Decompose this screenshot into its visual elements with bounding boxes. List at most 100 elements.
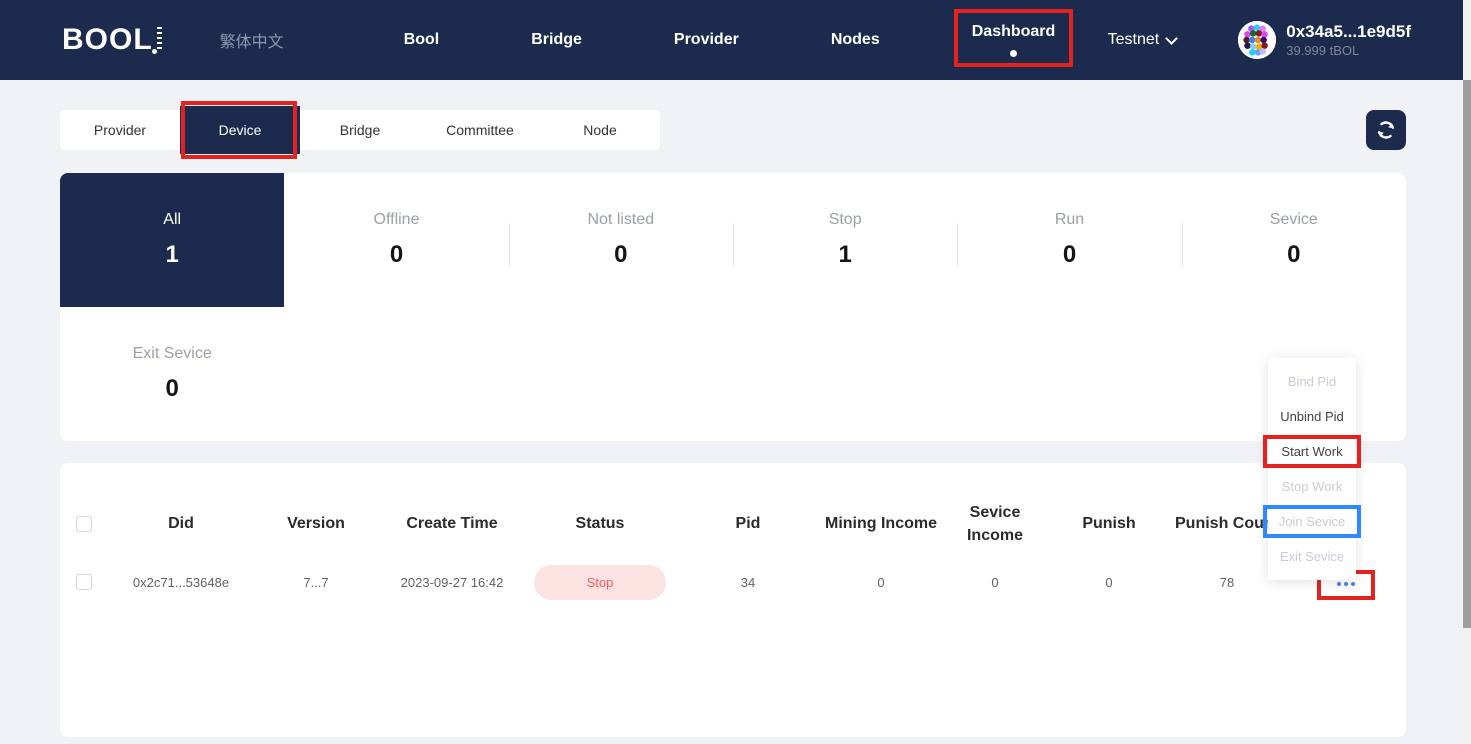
tab-label: Bridge <box>339 122 381 138</box>
stat-card-not-listed[interactable]: Not listed 0 <box>508 173 733 307</box>
ellipsis-dot <box>1351 582 1355 586</box>
cell-punish: 0 <box>1105 574 1113 590</box>
red-annotation-box-dashboard: Dashboard <box>953 9 1073 67</box>
cell-pid: 34 <box>740 574 756 590</box>
cell-version: 7...7 <box>303 574 329 590</box>
page-scrollbar-thumb[interactable] <box>1463 80 1471 628</box>
stat-label: All <box>163 211 182 228</box>
nav-item-nodes[interactable]: Nodes <box>831 31 880 49</box>
col-header-status: Status <box>575 515 625 533</box>
menu-label: Start Work <box>1281 444 1343 459</box>
tab-label: Node <box>583 122 617 138</box>
row-actions-dropdown: Bind Pid Unbind Pid Start Work Stop Work… <box>1263 358 1361 580</box>
nav-label: Nodes <box>830 31 880 48</box>
stat-value: 0 <box>1062 241 1077 268</box>
page-scrollbar-track <box>1463 0 1471 744</box>
dashboard-tabbar: Provider Device Bridge Committee Node <box>60 101 660 159</box>
ellipsis-dot <box>1337 582 1341 586</box>
col-header-create-time: Create Time <box>406 515 498 533</box>
device-table-panel: Did Version Create Time Status Pid Minin… <box>60 463 1406 737</box>
avatar <box>1238 21 1277 59</box>
cell-status: Stop <box>526 564 674 600</box>
status-badge-stop: Stop <box>534 564 666 600</box>
network-selector[interactable]: Testnet <box>1107 31 1179 49</box>
stat-value: 1 <box>165 241 179 268</box>
stat-card-run[interactable]: Run 0 <box>957 173 1181 307</box>
tab-device[interactable]: Device <box>180 101 300 159</box>
nav-label: Dashboard <box>971 23 1056 40</box>
refresh-button[interactable] <box>1366 110 1406 150</box>
stat-value: 1 <box>838 241 852 268</box>
nav-item-bridge[interactable]: Bridge <box>531 31 582 49</box>
stat-label: Exit Sevice <box>132 345 212 362</box>
tab-label: Device <box>218 122 262 138</box>
page: BOOL 繁体中文 Bool Bridge Provider Nodes Das… <box>0 0 1471 744</box>
wallet-address: 0x34a5...1e9d5f <box>1286 21 1411 41</box>
menu-label: Join Sevice <box>1278 514 1346 529</box>
wallet-account[interactable]: 0x34a5...1e9d5f 39.999 tBOL <box>1238 21 1411 59</box>
network-label: Testnet <box>1107 31 1160 48</box>
tab-label: Committee <box>446 122 514 138</box>
cell-mining-income: 0 <box>877 574 885 590</box>
col-header-sevice-income: Sevice Income <box>966 503 1023 544</box>
nav-item-dashboard[interactable]: Dashboard <box>953 9 1073 67</box>
menu-label: Unbind Pid <box>1280 409 1344 424</box>
stat-value: 0 <box>389 241 404 268</box>
nav-label: Provider <box>673 31 739 48</box>
ellipsis-dot <box>1344 582 1348 586</box>
stat-card-stop[interactable]: Stop 1 <box>732 173 957 307</box>
col-header-punish: Punish <box>1082 515 1136 533</box>
select-all-checkbox[interactable] <box>76 516 92 532</box>
menu-item-stop-work[interactable]: Stop Work <box>1268 469 1356 504</box>
stat-label: Stop <box>828 211 862 228</box>
bool-logo[interactable]: BOOL <box>62 24 162 56</box>
stat-value: 0 <box>165 375 179 402</box>
wallet-balance: 39.999 tBOL <box>1286 42 1360 58</box>
logo-text: BOOL <box>62 23 153 56</box>
top-navbar: BOOL 繁体中文 Bool Bridge Provider Nodes Das… <box>0 0 1471 80</box>
stat-card-exit-sevice[interactable]: Exit Sevice 0 <box>60 307 284 441</box>
main-nav: Bool Bridge Provider Nodes Dashboard <box>404 9 1073 67</box>
menu-label: Stop Work <box>1281 479 1343 494</box>
wallet-texts: 0x34a5...1e9d5f 39.999 tBOL <box>1286 22 1411 59</box>
nav-item-provider[interactable]: Provider <box>674 31 739 49</box>
row-checkbox[interactable] <box>76 574 92 590</box>
stat-card-offline[interactable]: Offline 0 <box>284 173 508 307</box>
nav-label: Bool <box>403 31 440 48</box>
stat-card-all[interactable]: All 1 <box>60 173 285 307</box>
col-header-pid: Pid <box>735 515 761 533</box>
menu-item-exit-sevice[interactable]: Exit Sevice <box>1268 539 1356 574</box>
table-header-row: Did Version Create Time Status Pid Minin… <box>60 491 1406 557</box>
menu-item-join-sevice[interactable]: Join Sevice <box>1263 504 1361 539</box>
stat-label: Run <box>1054 211 1085 228</box>
tab-label: Provider <box>93 122 147 138</box>
tab-bridge[interactable]: Bridge <box>300 110 420 150</box>
stat-label: Sevice <box>1269 211 1318 228</box>
chevron-down-icon <box>1165 31 1179 45</box>
menu-label: Bind Pid <box>1287 374 1337 389</box>
col-header-version: Version <box>287 515 345 533</box>
active-nav-dot <box>1010 50 1018 57</box>
menu-item-unbind-pid[interactable]: Unbind Pid <box>1268 399 1356 434</box>
menu-item-bind-pid[interactable]: Bind Pid <box>1268 364 1356 399</box>
table-row: 0x2c71...53648e 7...7 2023-09-27 16:42 S… <box>60 557 1406 607</box>
refresh-icon <box>1377 121 1395 139</box>
tab-node[interactable]: Node <box>540 110 660 150</box>
tab-provider[interactable]: Provider <box>60 110 180 150</box>
menu-item-start-work[interactable]: Start Work <box>1263 434 1361 469</box>
device-stats-panel: All 1 Offline 0 Not listed 0 Stop 1 Run … <box>60 173 1406 441</box>
cell-sevice-income: 0 <box>991 574 999 590</box>
nav-label: Bridge <box>531 31 582 48</box>
stat-card-sevice[interactable]: Sevice 0 <box>1181 173 1406 307</box>
tab-committee[interactable]: Committee <box>420 110 540 150</box>
cell-create-time: 2023-09-27 16:42 <box>400 574 504 590</box>
logo-exclamation-mark <box>151 27 162 54</box>
identicon-avatar <box>1238 21 1277 59</box>
menu-label: Exit Sevice <box>1279 549 1345 564</box>
language-switcher[interactable]: 繁体中文 <box>220 28 284 52</box>
nav-item-bool[interactable]: Bool <box>404 31 440 49</box>
cell-did: 0x2c71...53648e <box>132 574 230 590</box>
stat-value: 0 <box>614 241 628 268</box>
stat-label: Offline <box>373 211 420 228</box>
stat-value: 0 <box>1287 241 1301 268</box>
